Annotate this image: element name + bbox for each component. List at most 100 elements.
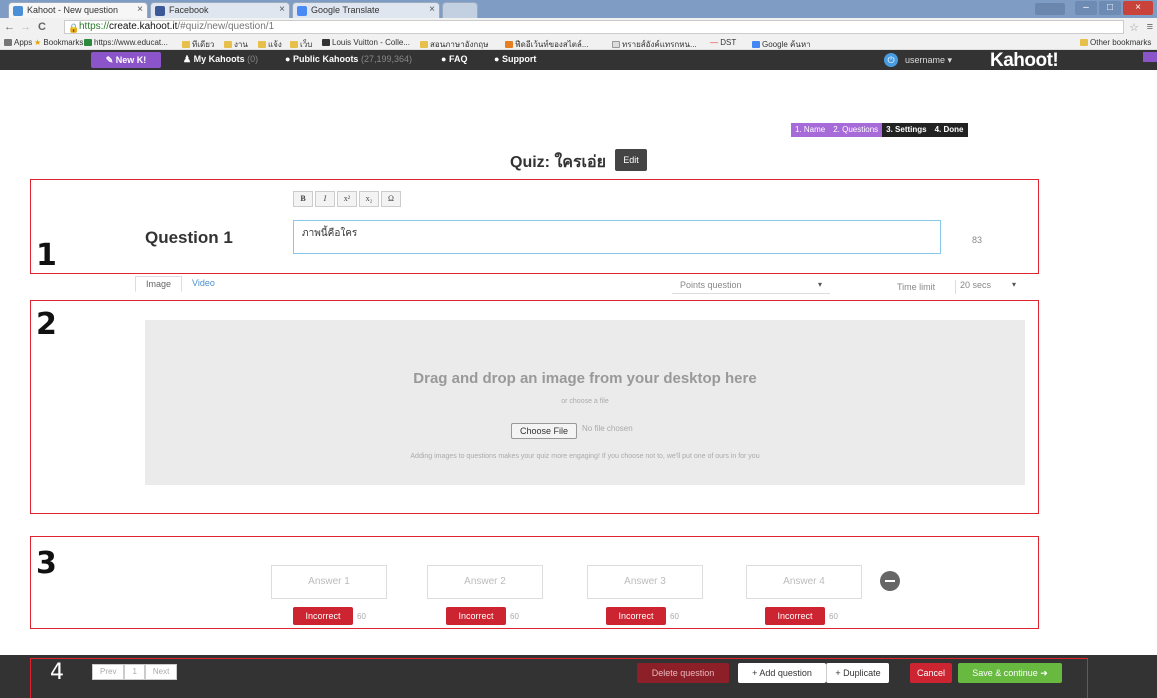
delete-question-button[interactable]: Delete question	[637, 663, 729, 683]
bookmark-item[interactable]: ทรายส์อังค์แทรกหน...	[612, 38, 697, 49]
step-questions[interactable]: 2. Questions	[829, 123, 883, 137]
italic-button[interactable]: I	[315, 191, 335, 207]
bookmark-item[interactable]: — DST	[710, 38, 736, 47]
save-continue-button[interactable]: Save & continue ➜	[958, 663, 1062, 683]
kahoot-logo[interactable]: Kahoot!	[990, 50, 1059, 72]
answer-2-input[interactable]: Answer 2	[427, 565, 543, 599]
answer-3-incorrect-toggle[interactable]: Incorrect	[606, 607, 666, 625]
answer-2-incorrect-toggle[interactable]: Incorrect	[446, 607, 506, 625]
question-input[interactable]: ภาพนี้คือใคร	[293, 220, 941, 254]
superscript-button[interactable]: x²	[337, 191, 357, 207]
browser-titlebar: Kahoot - New question × Facebook × Googl…	[0, 0, 1157, 18]
edit-icon: ✎	[105, 55, 116, 65]
step-done[interactable]: 4. Done	[930, 123, 968, 137]
forward-icon[interactable]: →	[20, 21, 31, 33]
bookmark-item[interactable]: ทีเดียว	[182, 38, 214, 49]
bookmark-item[interactable]: Google ค้นหา	[752, 38, 811, 49]
answer-1-input[interactable]: Answer 1	[271, 565, 387, 599]
nav-support[interactable]: ● Support	[494, 54, 536, 64]
bookmarks-bar: Apps ★ Bookmarks https://www.educat... ท…	[0, 36, 1157, 50]
annotation-number-4: 4	[50, 660, 64, 685]
time-limit-select[interactable]: 20 secs ▾	[955, 280, 1020, 294]
reload-icon[interactable]: C	[38, 21, 46, 33]
minimize-icon[interactable]: –	[1075, 1, 1097, 15]
step-settings[interactable]: 3. Settings	[882, 123, 931, 137]
user-menu[interactable]: username ▾	[905, 55, 952, 66]
url-path: /#quiz/new/question/1	[177, 21, 275, 32]
cancel-button[interactable]: Cancel	[910, 663, 952, 683]
lock-icon: 🔒	[68, 23, 80, 33]
url-scheme: https://	[79, 21, 110, 32]
close-window-icon[interactable]: ×	[1123, 1, 1153, 15]
tab-label: Facebook	[169, 5, 209, 15]
nav-public-kahoots[interactable]: ● Public Kahoots (27,199,364)	[285, 54, 412, 64]
duplicate-button[interactable]: + Duplicate	[826, 663, 889, 683]
answer-4-incorrect-toggle[interactable]: Incorrect	[765, 607, 825, 625]
dropzone-title: Drag and drop an image from your desktop…	[413, 370, 757, 387]
address-bar[interactable]: 🔒 https://create.kahoot.it/#quiz/new/que…	[64, 20, 1124, 34]
nav-faq[interactable]: ● FAQ	[441, 54, 467, 64]
page-number[interactable]: 1	[124, 664, 145, 680]
power-icon[interactable]: ⏻	[884, 53, 898, 67]
globe-icon: ●	[285, 54, 293, 64]
answer-1-incorrect-toggle[interactable]: Incorrect	[293, 607, 353, 625]
add-question-button[interactable]: + Add question	[738, 663, 826, 683]
browser-tab-facebook[interactable]: Facebook ×	[150, 2, 290, 18]
answer-3-input[interactable]: Answer 3	[587, 565, 703, 599]
edit-quiz-button[interactable]: Edit	[615, 149, 647, 171]
remove-answer-icon[interactable]	[880, 571, 900, 591]
bookmark-other[interactable]: Other bookmarks	[1080, 38, 1151, 47]
bookmark-item[interactable]: เว็บ	[290, 38, 312, 49]
prev-button[interactable]: Prev	[92, 664, 125, 680]
new-tab-button[interactable]	[442, 2, 478, 18]
close-tab-icon[interactable]: ×	[429, 4, 435, 15]
back-icon[interactable]: ←	[4, 21, 15, 33]
user-icon: ♟	[183, 54, 194, 64]
edge-badge	[1143, 52, 1157, 62]
subscript-button[interactable]: x₂	[359, 191, 379, 207]
choose-file-button[interactable]: Choose File	[511, 423, 577, 439]
annotation-number-1: 1	[36, 238, 57, 273]
next-button[interactable]: Next	[144, 664, 178, 680]
bookmark-item[interactable]: Louis Vuitton - Colle...	[322, 38, 410, 47]
menu-icon[interactable]: ≡	[1147, 21, 1153, 33]
maximize-icon[interactable]: □	[1099, 1, 1121, 15]
facebook-favicon-icon	[155, 6, 165, 16]
progress-steps: 1. Name 2. Questions 3. Settings 4. Done	[791, 123, 968, 137]
tab-video[interactable]: Video	[182, 276, 225, 292]
points-select[interactable]: Points question ▾	[672, 280, 830, 294]
close-tab-icon[interactable]: ×	[279, 4, 285, 15]
image-dropzone[interactable]: Drag and drop an image from your desktop…	[145, 320, 1025, 485]
bookmark-item[interactable]: https://www.educat...	[84, 38, 168, 47]
tab-label: Google Translate	[311, 5, 380, 15]
media-tabs: Image Video	[135, 276, 225, 292]
bookmark-star-icon[interactable]: ☆	[1129, 21, 1139, 34]
time-limit-label: Time limit	[897, 282, 936, 292]
star-icon: ★	[34, 38, 42, 47]
bookmark-item[interactable]: ฟีดอีเว้นท์ของสไตล์...	[505, 38, 588, 49]
profile-badge[interactable]	[1035, 3, 1065, 15]
question-pager: Prev 1 Next	[92, 664, 178, 680]
bookmark-item[interactable]: สอนภาษาอังกฤษ	[420, 38, 488, 49]
no-file-text: No file chosen	[582, 424, 633, 433]
special-char-button[interactable]: Ω	[381, 191, 401, 207]
tab-image[interactable]: Image	[135, 276, 183, 292]
bookmark-item[interactable]: แจ้ง	[258, 38, 282, 49]
close-tab-icon[interactable]: ×	[137, 4, 143, 15]
bookmark-apps[interactable]: Apps	[4, 38, 32, 47]
new-kahoot-button[interactable]: ✎ New K!	[91, 52, 161, 68]
answer-4-input[interactable]: Answer 4	[746, 565, 862, 599]
quiz-title: Quiz: ใครเอ่ย	[510, 154, 606, 171]
chevron-down-icon: ▾	[1011, 280, 1016, 289]
bold-button[interactable]: B	[293, 191, 313, 207]
dropzone-hint: Adding images to questions makes your qu…	[410, 453, 760, 460]
kahoot-navbar: ✎ New K! ♟ My Kahoots (0) ● Public Kahoo…	[0, 50, 1157, 72]
bookmark-item[interactable]: งาน	[224, 38, 248, 49]
translate-favicon-icon	[297, 6, 307, 16]
nav-my-kahoots[interactable]: ♟ My Kahoots (0)	[183, 54, 258, 65]
browser-tab-translate[interactable]: Google Translate ×	[292, 2, 440, 18]
annotation-number-3: 3	[36, 546, 57, 581]
step-name[interactable]: 1. Name	[791, 123, 830, 137]
browser-tab-kahoot[interactable]: Kahoot - New question ×	[8, 2, 148, 18]
bookmark-item[interactable]: ★ Bookmarks	[34, 38, 83, 47]
